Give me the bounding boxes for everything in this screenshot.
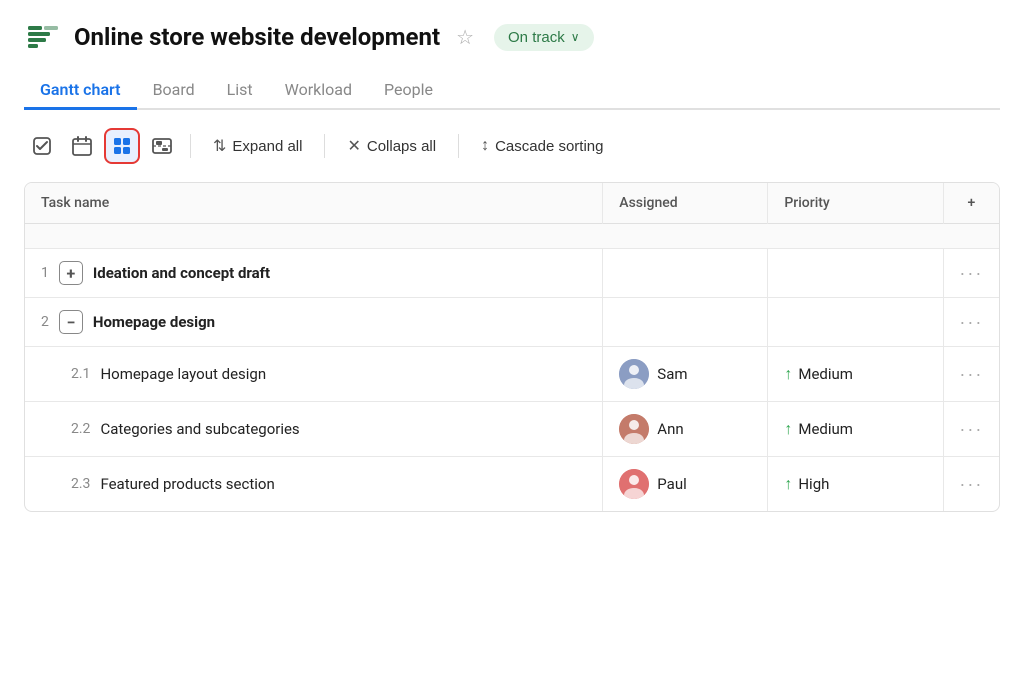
task-name-label: Homepage design [93,313,215,331]
app-container: Online store website development ☆ On tr… [0,0,1024,512]
row-number: 1 [41,265,49,281]
cascade-sort-label: Cascade sorting [495,138,603,155]
table-row: 2.2 Categories and subcategories [25,402,999,457]
row-actions-cell: ··· [943,347,999,402]
status-badge[interactable]: On track ∨ [494,24,593,51]
table-row: 2.1 Homepage layout design [25,347,999,402]
assigned-cell: Sam [603,347,768,402]
star-icon[interactable]: ☆ [456,25,474,49]
tabs-bar: Gantt chart Board List Workload People [24,72,1000,110]
row-number: 2 [41,314,49,330]
expand-all-label: Expand all [232,138,302,155]
assignee-name: Ann [657,420,683,438]
task-name-label: Homepage layout design [100,365,266,383]
cascade-sort-btn[interactable]: ↕ Cascade sorting [469,131,615,161]
expand-all-btn[interactable]: ⇅ Expand all [201,130,314,162]
row-number: 2.3 [71,476,90,492]
table-row: 1 + Ideation and concept draft ··· [25,249,999,298]
row-number: 2.2 [71,421,90,437]
priority-cell [768,298,943,347]
tab-gantt-chart[interactable]: Gantt chart [24,72,137,110]
priority-arrow-icon: ↑ [784,474,792,494]
priority-cell: ↑ High [768,457,943,512]
avatar [619,469,649,499]
check-icon [31,135,53,157]
task-table: Task name Assigned Priority + [24,182,1000,512]
col-header-add[interactable]: + [943,183,999,224]
project-icon [24,18,62,56]
assigned-cell: Ann [603,402,768,457]
table-row: 2 − Homepage design ··· [25,298,999,347]
priority-label: Medium [798,365,853,383]
toolbar-divider-1 [190,134,191,158]
assignee-name: Sam [657,365,687,383]
col-header-assigned: Assigned [603,183,768,224]
calendar-icon-btn[interactable] [64,128,100,164]
avatar [619,359,649,389]
priority-label: Medium [798,420,853,438]
task-name-cell: 2.3 Featured products section [25,457,603,512]
assigned-cell [603,298,768,347]
assigned-cell: Paul [603,457,768,512]
row-more-btn[interactable]: ··· [960,474,983,495]
add-column-icon[interactable]: + [967,195,975,211]
row-number: 2.1 [71,366,90,382]
toolbar-divider-3 [458,134,459,158]
timeline-icon-btn[interactable] [144,128,180,164]
grid-icon [111,135,133,157]
row-more-btn[interactable]: ··· [960,312,983,333]
task-name-cell: 2 − Homepage design [25,298,603,347]
collapse-all-btn[interactable]: ✕ Collaps all [335,130,448,162]
expand-all-icon: ⇅ [213,136,226,156]
check-icon-btn[interactable] [24,128,60,164]
row-more-btn[interactable]: ··· [960,419,983,440]
row-more-btn[interactable]: ··· [960,364,983,385]
timeline-icon [151,135,173,157]
grid-view-icon-btn[interactable] [104,128,140,164]
avatar [619,414,649,444]
row-actions-cell: ··· [943,298,999,347]
priority-arrow-icon: ↑ [784,419,792,439]
priority-cell [768,249,943,298]
col-header-task-name: Task name [25,183,603,224]
task-name-label: Ideation and concept draft [93,264,270,282]
sort-icon: ↕ [481,137,489,155]
priority-label: High [798,475,829,493]
calendar-icon [71,135,93,157]
collapse-all-icon: ✕ [347,136,360,156]
task-name-cell: 2.2 Categories and subcategories [25,402,603,457]
tab-board[interactable]: Board [137,72,211,110]
row-actions-cell: ··· [943,457,999,512]
expand-group-btn[interactable]: + [59,261,83,285]
tab-workload[interactable]: Workload [269,72,368,110]
priority-cell: ↑ Medium [768,347,943,402]
row-actions-cell: ··· [943,249,999,298]
assigned-cell [603,249,768,298]
row-actions-cell: ··· [943,402,999,457]
project-title: Online store website development [74,23,440,51]
priority-cell: ↑ Medium [768,402,943,457]
tab-list[interactable]: List [211,72,269,110]
priority-arrow-icon: ↑ [784,364,792,384]
task-name-label: Categories and subcategories [100,420,299,438]
toolbar-divider-2 [324,134,325,158]
spacer-row [25,224,999,249]
task-name-cell: 1 + Ideation and concept draft [25,249,603,298]
status-label: On track [508,29,565,46]
collapse-group-btn[interactable]: − [59,310,83,334]
tab-people[interactable]: People [368,72,449,110]
header: Online store website development ☆ On tr… [24,18,1000,56]
task-name-label: Featured products section [100,475,274,493]
table-row: 2.3 Featured products section [25,457,999,512]
row-more-btn[interactable]: ··· [960,263,983,284]
col-header-priority: Priority [768,183,943,224]
collapse-all-label: Collaps all [367,138,436,155]
table-header-row: Task name Assigned Priority + [25,183,999,224]
chevron-down-icon: ∨ [571,30,580,44]
toolbar: ⇅ Expand all ✕ Collaps all ↕ Cascade sor… [24,124,1000,168]
assignee-name: Paul [657,475,686,493]
task-name-cell: 2.1 Homepage layout design [25,347,603,402]
